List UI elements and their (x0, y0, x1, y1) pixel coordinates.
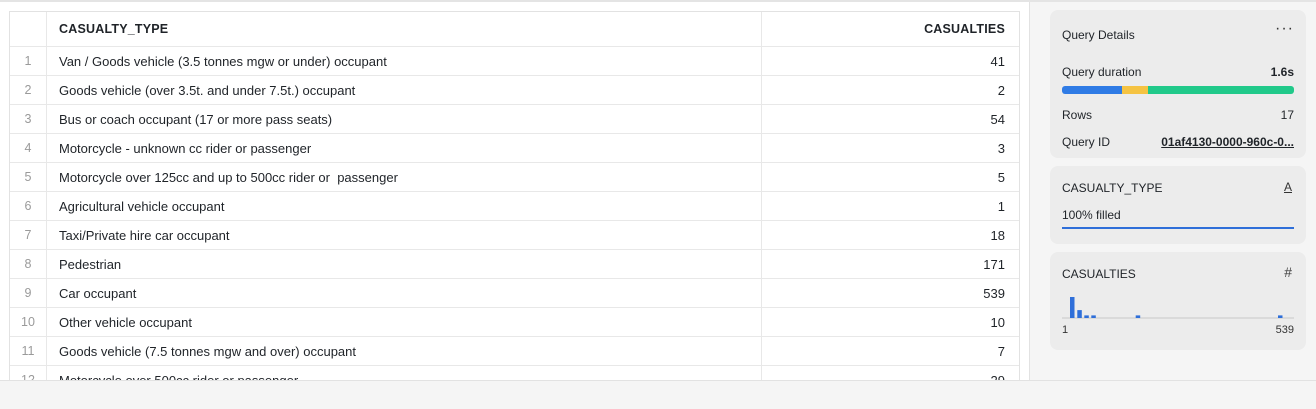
query-duration-bar (1062, 86, 1294, 94)
cell-casualty-type[interactable]: Motorcycle - unknown cc rider or passeng… (47, 134, 762, 162)
casualties-column-card[interactable]: CASUALTIES # 1 539 (1050, 252, 1306, 350)
row-number: 2 (10, 76, 47, 104)
cell-casualties[interactable]: 10 (762, 308, 1019, 336)
histogram-bar (1091, 315, 1096, 318)
table-row[interactable]: 9 Car occupant 539 (10, 279, 1019, 308)
row-number: 9 (10, 279, 47, 307)
table-header-row: CASUALTY_TYPE CASUALTIES (10, 12, 1019, 47)
table-row[interactable]: 12 Motorcycle over 500cc rider or passeng… (10, 366, 1019, 380)
more-horizontal-icon[interactable]: ··· (1275, 21, 1294, 37)
cell-casualties[interactable]: 539 (762, 279, 1019, 307)
row-number: 10 (10, 308, 47, 336)
cell-casualty-type[interactable]: Agricultural vehicle occupant (47, 192, 762, 220)
table-row[interactable]: 11 Goods vehicle (7.5 tonnes mgw and over… (10, 337, 1019, 366)
table-row[interactable]: 5 Motorcycle over 125cc and up to 500cc r… (10, 163, 1019, 192)
bottom-strip (0, 380, 1316, 409)
query-id-row: Query ID 01af4130-0000-960c-0... (1062, 135, 1294, 149)
histogram-bar (1135, 315, 1141, 318)
cell-casualties[interactable]: 5 (762, 163, 1019, 191)
row-number: 3 (10, 105, 47, 133)
results-table[interactable]: CASUALTY_TYPE CASUALTIES 1 Van / Goods ve… (9, 11, 1020, 380)
table-row[interactable]: 4 Motorcycle - unknown cc rider or passen… (10, 134, 1019, 163)
cell-casualties[interactable]: 54 (762, 105, 1019, 133)
query-details-card: Query Details ··· Query duration 1.6s Ro… (1050, 10, 1306, 158)
cell-casualties[interactable]: 41 (762, 47, 1019, 75)
results-pane: CASUALTY_TYPE CASUALTIES 1 Van / Goods ve… (0, 2, 1030, 380)
casualty-type-column-card[interactable]: CASUALTY_TYPE A 100% filled (1050, 166, 1306, 244)
row-number: 5 (10, 163, 47, 191)
row-number: 6 (10, 192, 47, 220)
cell-casualty-type[interactable]: Goods vehicle (7.5 tonnes mgw and over) … (47, 337, 762, 365)
cell-casualties[interactable]: 3 (762, 134, 1019, 162)
histogram-bar (1077, 310, 1082, 318)
cell-casualty-type[interactable]: Pedestrian (47, 250, 762, 278)
rows-value: 17 (1280, 108, 1294, 122)
casualties-column-title: CASUALTIES (1062, 267, 1136, 281)
cell-casualties[interactable]: 18 (762, 221, 1019, 249)
histogram-bar (1278, 315, 1283, 318)
cell-casualties[interactable]: 7 (762, 337, 1019, 365)
table-row[interactable]: 7 Taxi/Private hire car occupant 18 (10, 221, 1019, 250)
query-id-link[interactable]: 01af4130-0000-960c-0... (1161, 135, 1294, 149)
cell-casualty-type[interactable]: Motorcycle over 500cc rider or passenger (47, 366, 762, 380)
table-row[interactable]: 3 Bus or coach occupant (17 or more pass … (10, 105, 1019, 134)
cell-casualties[interactable]: 1 (762, 192, 1019, 220)
row-number: 7 (10, 221, 47, 249)
row-number: 8 (10, 250, 47, 278)
histogram-max-label: 539 (1275, 324, 1294, 336)
query-duration-value: 1.6s (1270, 65, 1294, 79)
query-id-label: Query ID (1062, 135, 1111, 149)
column-header-casualties[interactable]: CASUALTIES (762, 12, 1019, 46)
query-details-title: Query Details (1062, 28, 1135, 42)
table-row[interactable]: 2 Goods vehicle (over 3.5t. and under 7.5… (10, 76, 1019, 105)
text-type-icon: A (1283, 180, 1292, 194)
casualty-type-column-title: CASUALTY_TYPE (1062, 181, 1163, 195)
fill-percentage-bar (1062, 227, 1294, 229)
hash-icon: # (1284, 264, 1292, 280)
row-number-header (10, 12, 47, 46)
table-row[interactable]: 10 Other vehicle occupant 10 (10, 308, 1019, 337)
query-duration-label: Query duration (1062, 65, 1142, 79)
duration-segment (1062, 86, 1123, 94)
table-row[interactable]: 6 Agricultural vehicle occupant 1 (10, 192, 1019, 221)
cell-casualty-type[interactable]: Other vehicle occupant (47, 308, 762, 336)
cell-casualties[interactable]: 2 (762, 76, 1019, 104)
cell-casualty-type[interactable]: Bus or coach occupant (17 or more pass s… (47, 105, 762, 133)
histogram-bar (1084, 315, 1089, 318)
duration-segment (1147, 86, 1294, 94)
histogram-min-label: 1 (1062, 324, 1069, 336)
query-duration-row: Query duration 1.6s (1062, 65, 1294, 79)
rows-row: Rows 17 (1062, 108, 1294, 122)
cell-casualty-type[interactable]: Car occupant (47, 279, 762, 307)
fill-percentage-label: 100% filled (1062, 208, 1121, 222)
casualties-histogram (1062, 297, 1294, 319)
cell-casualty-type[interactable]: Motorcycle over 125cc and up to 500cc ri… (47, 163, 762, 191)
duration-segment (1122, 86, 1148, 94)
column-header-casualty-type[interactable]: CASUALTY_TYPE (47, 12, 762, 46)
cell-casualty-type[interactable]: Van / Goods vehicle (3.5 tonnes mgw or u… (47, 47, 762, 75)
cell-casualties[interactable]: 171 (762, 250, 1019, 278)
cell-casualty-type[interactable]: Taxi/Private hire car occupant (47, 221, 762, 249)
table-row[interactable]: 1 Van / Goods vehicle (3.5 tonnes mgw or … (10, 47, 1019, 76)
rows-label: Rows (1062, 108, 1093, 122)
row-number: 4 (10, 134, 47, 162)
table-row[interactable]: 8 Pedestrian 171 (10, 250, 1019, 279)
row-number: 1 (10, 47, 47, 75)
row-number: 12 (10, 366, 47, 380)
histogram-axis-labels: 1 539 (1062, 324, 1294, 336)
row-number: 11 (10, 337, 47, 365)
cell-casualty-type[interactable]: Goods vehicle (over 3.5t. and under 7.5t… (47, 76, 762, 104)
cell-casualties[interactable]: 29 (762, 366, 1019, 381)
histogram-bar (1070, 297, 1075, 318)
